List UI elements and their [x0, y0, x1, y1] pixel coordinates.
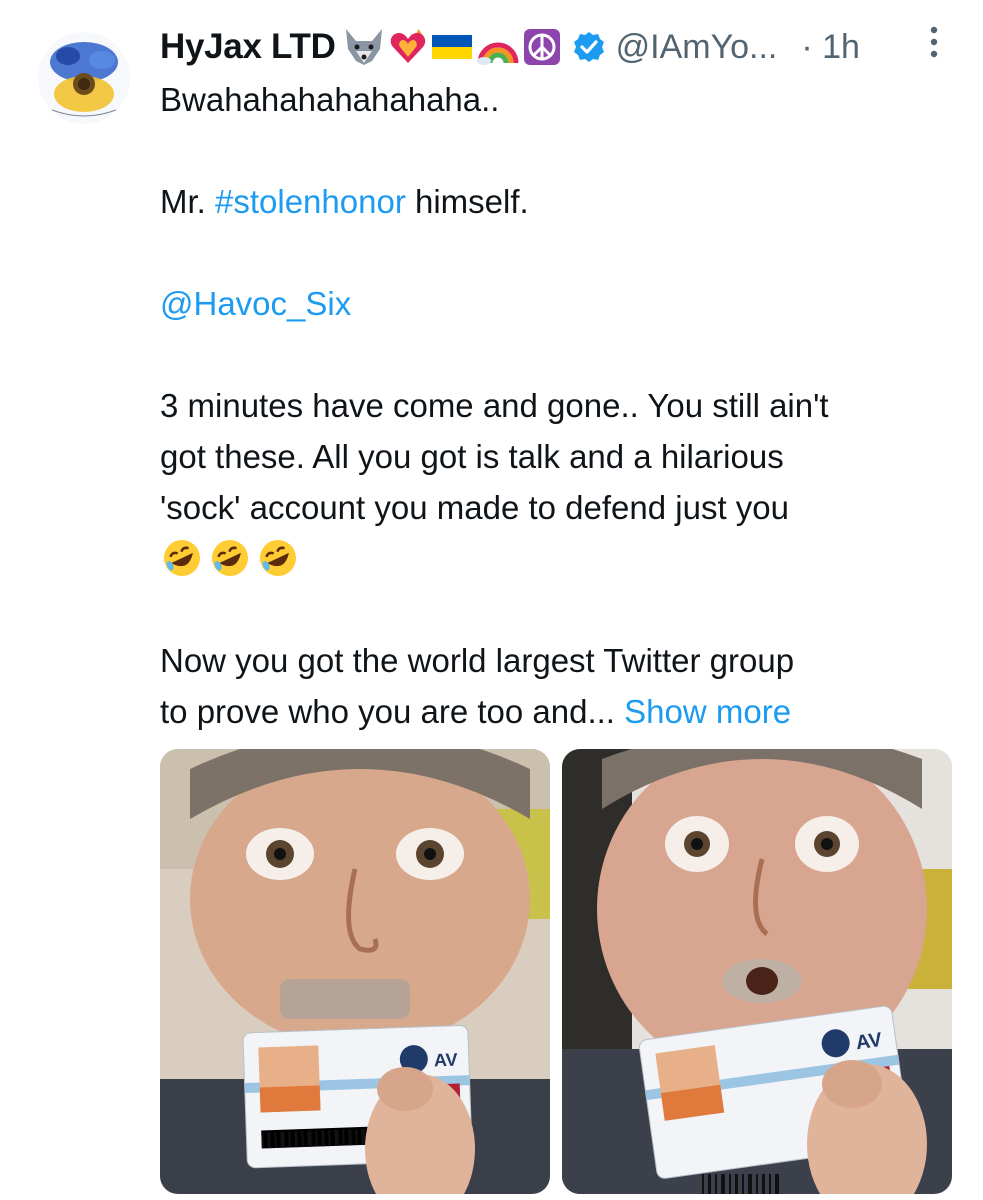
- rolling-on-floor-laughing-icon: [260, 540, 296, 577]
- tweet-line: Mr. #stolenhonor himself.: [160, 176, 960, 227]
- text-span: Mr.: [160, 183, 215, 220]
- tweet-line: Now you got the world largest Twitter gr…: [160, 642, 795, 679]
- mention-link[interactable]: @Havoc_Six: [160, 285, 351, 322]
- rolling-on-floor-laughing-icon: [164, 540, 200, 577]
- tweet-text: Bwahahahahahahaha.. Mr. #stolenhonor him…: [160, 74, 960, 737]
- show-more-link[interactable]: Show more: [624, 693, 791, 730]
- hashtag-link[interactable]: #stolenhonor: [215, 183, 406, 220]
- tweet-header: HyJax LTD @IAmYo... · 1h: [160, 22, 960, 72]
- tweet-line: Bwahahahahahahaha..: [160, 81, 500, 118]
- verified-badge-icon: [573, 32, 604, 62]
- tweet-media: AV AV: [160, 749, 952, 1194]
- rainbow-icon: [476, 42, 519, 65]
- tweet-line: 3 minutes have come and gone.. You still…: [160, 387, 829, 424]
- tweet-photo-1[interactable]: AV: [160, 749, 550, 1194]
- selfie-with-id-card-image: AV: [562, 749, 952, 1194]
- text-span: to prove who you are too and...: [160, 693, 615, 730]
- tweet-line: to prove who you are too and... Show mor…: [160, 686, 960, 737]
- avatar[interactable]: [38, 32, 130, 124]
- text-span: himself.: [405, 183, 529, 220]
- timestamp[interactable]: · 1h: [801, 28, 860, 67]
- rolling-on-floor-laughing-icon: [212, 540, 248, 577]
- id-card-label: AV: [434, 1050, 458, 1071]
- more-options-icon[interactable]: [926, 22, 942, 62]
- heart-on-fire-icon: [390, 29, 425, 63]
- tweet-line: 'sock' account you made to defend just y…: [160, 489, 789, 526]
- ukraine-flag-icon: [431, 35, 472, 59]
- tweet-line: @Havoc_Six: [160, 278, 960, 329]
- display-name[interactable]: HyJax LTD: [160, 27, 336, 67]
- tweet-line: [160, 533, 960, 584]
- name-emojis: [342, 27, 562, 67]
- laughing-emoji-group: [160, 536, 300, 580]
- tweet-photo-2[interactable]: AV: [562, 749, 952, 1194]
- id-card-label: AV: [854, 1029, 884, 1055]
- wolf-face-icon: [345, 29, 382, 65]
- sunflower-avatar-image: [38, 32, 130, 124]
- selfie-with-id-card-image: AV: [160, 749, 550, 1194]
- tweet-line: got these. All you got is talk and a hil…: [160, 438, 784, 475]
- peace-symbol-icon: [523, 29, 560, 65]
- user-handle[interactable]: @IAmYo...: [616, 28, 778, 67]
